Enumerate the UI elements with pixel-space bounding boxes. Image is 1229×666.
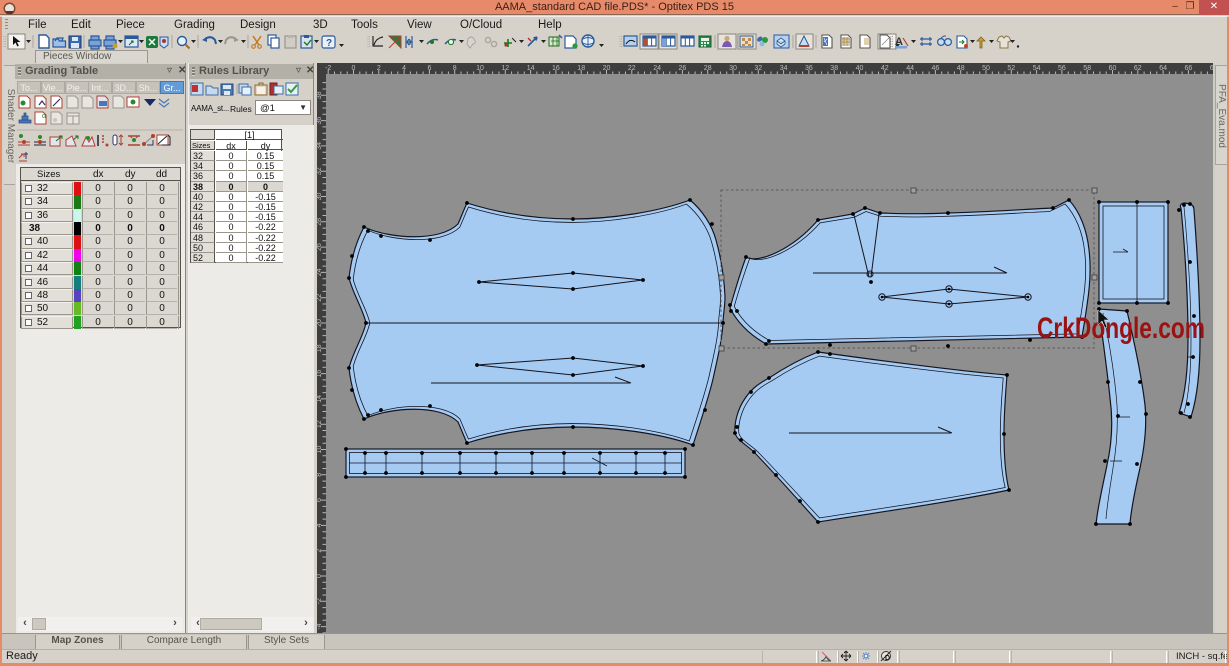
svg-text:0: 0 xyxy=(352,65,356,72)
svg-text:18: 18 xyxy=(577,65,585,72)
svg-text:α: α xyxy=(42,113,46,120)
svg-text:30: 30 xyxy=(729,65,737,72)
svg-text:8: 8 xyxy=(316,473,323,477)
svg-text:30: 30 xyxy=(316,193,323,201)
svg-text:6: 6 xyxy=(316,498,323,502)
svg-text:40: 40 xyxy=(856,65,864,72)
svg-text:12: 12 xyxy=(501,65,509,72)
svg-text:28: 28 xyxy=(704,65,712,72)
svg-text:48: 48 xyxy=(957,65,965,72)
svg-text:44: 44 xyxy=(906,65,914,72)
svg-text:24: 24 xyxy=(653,65,661,72)
svg-text:22: 22 xyxy=(628,65,636,72)
svg-text:D: D xyxy=(885,655,890,662)
svg-text:34: 34 xyxy=(316,142,323,150)
svg-text:38: 38 xyxy=(830,65,838,72)
svg-text:18: 18 xyxy=(316,344,323,352)
svg-text:66: 66 xyxy=(1185,65,1193,72)
svg-text:24: 24 xyxy=(316,268,323,276)
svg-text:CrkDongle.com: CrkDongle.com xyxy=(1037,312,1205,345)
svg-text:62: 62 xyxy=(1134,65,1142,72)
svg-text:26: 26 xyxy=(316,243,323,251)
svg-text:8: 8 xyxy=(453,65,457,72)
svg-text:14: 14 xyxy=(316,395,323,403)
svg-text:16: 16 xyxy=(316,370,323,378)
svg-text:34: 34 xyxy=(780,65,788,72)
svg-text:32: 32 xyxy=(316,167,323,175)
svg-text:64: 64 xyxy=(1159,65,1167,72)
svg-text:52: 52 xyxy=(1007,65,1015,72)
svg-text:-2: -2 xyxy=(325,65,331,72)
svg-text:12: 12 xyxy=(316,420,323,428)
svg-text:58: 58 xyxy=(1083,65,1091,72)
svg-text:50: 50 xyxy=(982,65,990,72)
svg-text:4: 4 xyxy=(402,65,406,72)
svg-text:16: 16 xyxy=(552,65,560,72)
svg-text:-4: -4 xyxy=(316,623,323,629)
svg-text:38: 38 xyxy=(316,91,323,99)
svg-text:42: 42 xyxy=(881,65,889,72)
svg-text:-2: -2 xyxy=(316,598,323,604)
svg-text:0: 0 xyxy=(316,574,323,578)
svg-text:2: 2 xyxy=(377,65,381,72)
svg-text:4: 4 xyxy=(316,523,323,527)
svg-text:54: 54 xyxy=(1033,65,1041,72)
svg-text:36: 36 xyxy=(805,65,813,72)
svg-text:26: 26 xyxy=(679,65,687,72)
svg-text:28: 28 xyxy=(316,218,323,226)
svg-text:?: ? xyxy=(326,38,332,49)
svg-text:6: 6 xyxy=(427,65,431,72)
svg-text:36: 36 xyxy=(316,117,323,125)
svg-text:32: 32 xyxy=(754,65,762,72)
svg-text:60: 60 xyxy=(1109,65,1117,72)
svg-text:2: 2 xyxy=(316,549,323,553)
svg-text:56: 56 xyxy=(1058,65,1066,72)
svg-text:10: 10 xyxy=(316,446,323,454)
svg-text:46: 46 xyxy=(932,65,940,72)
svg-text:22: 22 xyxy=(316,294,323,302)
svg-text:14: 14 xyxy=(527,65,535,72)
svg-text:20: 20 xyxy=(603,65,611,72)
svg-text:10: 10 xyxy=(476,65,484,72)
svg-text:20: 20 xyxy=(316,319,323,327)
